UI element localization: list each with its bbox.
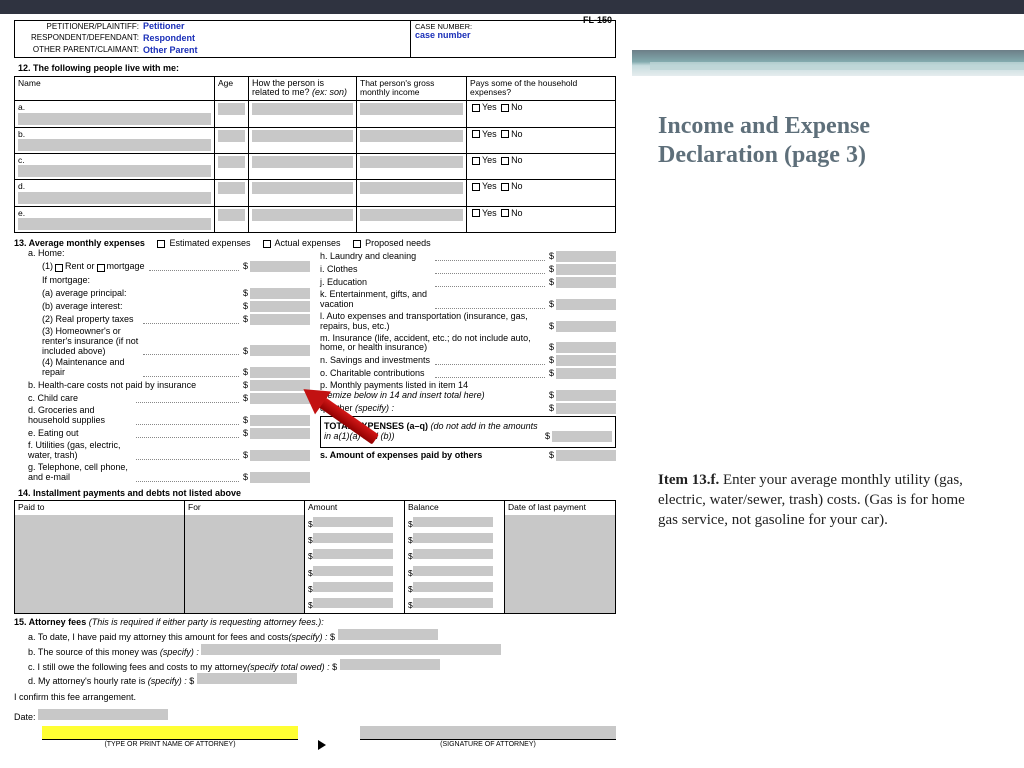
sidebar: Income and Expense Declaration (page 3) … xyxy=(658,112,988,530)
checkbox-icon[interactable] xyxy=(501,104,509,112)
case-header: PETITIONER/PLAINTIFF:Petitioner RESPONDE… xyxy=(14,20,616,58)
triangle-icon xyxy=(318,740,326,750)
attorney-signature-line[interactable]: (SIGNATURE OF ATTORNEY) xyxy=(346,725,616,750)
section-13: 13. Average monthly expenses Estimated e… xyxy=(14,239,616,484)
respondent-value: Respondent xyxy=(143,34,195,44)
form-code: FL-150 xyxy=(583,16,612,26)
slide-title: Income and Expense Declaration (page 3) xyxy=(658,112,988,170)
debts-table: Paid toForAmountBalanceDate of last paym… xyxy=(14,500,616,613)
household-table: Name Age How the person is related to me… xyxy=(14,76,616,234)
section-15: 15. Attorney fees (This is required if e… xyxy=(14,618,616,751)
slide-body: Item 13.f. Enter your average monthly ut… xyxy=(658,470,988,531)
other-parent-value: Other Parent xyxy=(143,46,198,56)
form-fl150: FL-150 PETITIONER/PLAINTIFF:Petitioner R… xyxy=(14,20,616,752)
decor-strip-2 xyxy=(650,62,1024,70)
checkbox-icon[interactable] xyxy=(157,240,165,248)
petitioner-value: Petitioner xyxy=(143,22,185,32)
attorney-name-line[interactable]: (TYPE OR PRINT NAME OF ATTORNEY) xyxy=(28,725,298,750)
item-ref: Item 13.f. xyxy=(658,472,719,488)
case-number-value: case number xyxy=(415,31,611,41)
section-12-title: 12. The following people live with me: xyxy=(18,64,616,74)
top-bar xyxy=(0,0,1024,14)
checkbox-icon[interactable] xyxy=(472,104,480,112)
section-12: 12. The following people live with me: N… xyxy=(14,64,616,233)
section-14: 14. Installment payments and debts not l… xyxy=(14,489,616,614)
